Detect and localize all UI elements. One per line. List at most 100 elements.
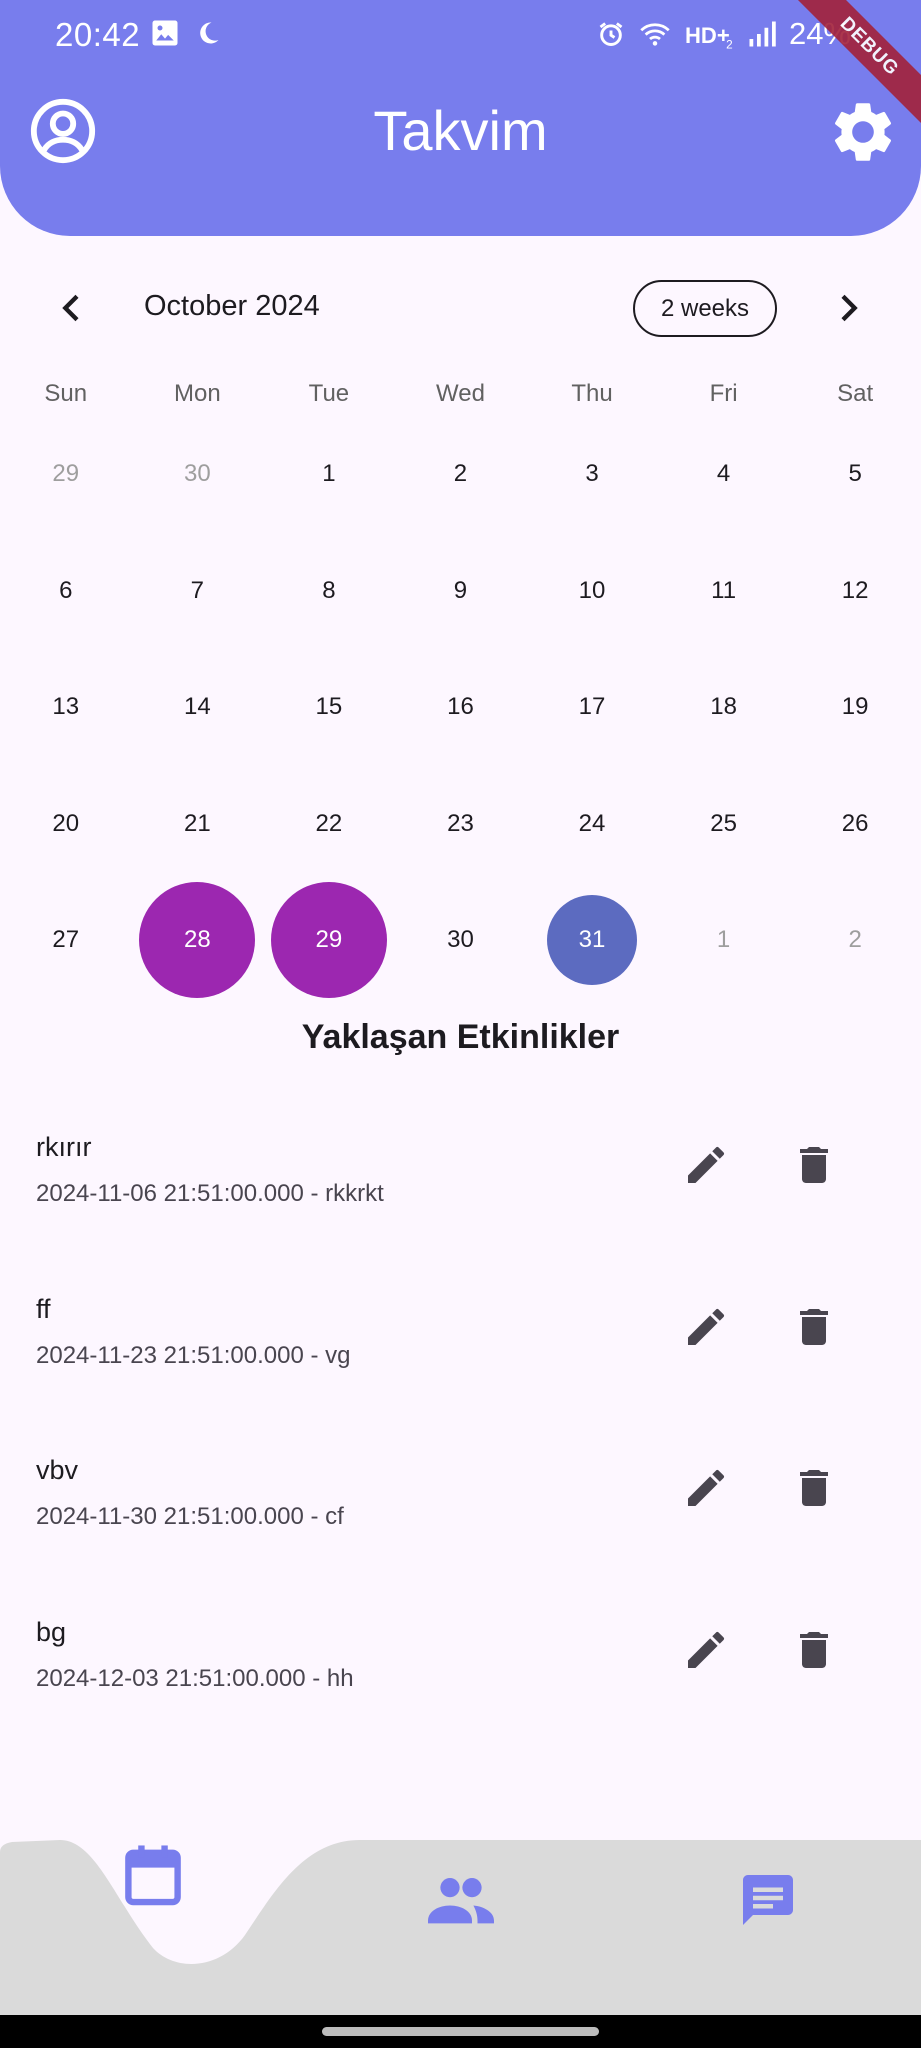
settings-icon <box>834 103 892 161</box>
calendar-day-cell[interactable]: 17 <box>526 649 658 766</box>
calendar-day-cell[interactable]: 18 <box>658 649 790 766</box>
calendar-day-cell[interactable]: 2 <box>789 882 921 999</box>
day-of-week-label: Thu <box>571 380 613 407</box>
edit-event-button[interactable] <box>682 1626 730 1674</box>
calendar-day-cell[interactable]: 7 <box>132 533 264 650</box>
event-list-item[interactable]: rkırır 2024-11-06 21:51:00.000 - rkkrkt <box>0 1098 921 1260</box>
calendar-day-number: 9 <box>453 576 468 604</box>
calendar-day-number: 20 <box>52 809 80 837</box>
calendar-day-number: 30 <box>183 460 211 488</box>
delete-event-button[interactable] <box>790 1464 838 1512</box>
event-list: rkırır 2024-11-06 21:51:00.000 - rkkrkt … <box>0 1098 921 1744</box>
day-of-week-label: Tue <box>308 380 350 407</box>
calendar-day-cell[interactable]: 15 <box>263 649 395 766</box>
calendar-day-cell[interactable]: 19 <box>789 649 921 766</box>
calendar-day-cell[interactable]: 9 <box>395 533 527 650</box>
delete-event-button[interactable] <box>790 1303 838 1351</box>
calendar-day-number: 8 <box>322 576 336 604</box>
calendar-day-number: 2 <box>453 460 468 488</box>
day-of-week-label: Fri <box>709 380 738 407</box>
calendar-day-number: 13 <box>52 693 80 721</box>
calendar-day-cell[interactable]: 29 <box>263 882 395 999</box>
calendar-day-cell[interactable]: 30 <box>132 416 264 533</box>
calendar-day-cell[interactable]: 5 <box>789 416 921 533</box>
event-list-item[interactable]: ff 2024-11-23 21:51:00.000 - vg <box>0 1260 921 1422</box>
calendar-day-cell[interactable]: 31 <box>526 882 658 999</box>
calendar-day-cell[interactable]: 30 <box>395 882 527 999</box>
calendar-day-cell[interactable]: 22 <box>263 766 395 883</box>
calendar-day-number: 29 <box>52 460 80 488</box>
calendar-day-cell[interactable]: 6 <box>0 533 132 650</box>
edit-event-button[interactable] <box>682 1464 730 1512</box>
calendar-day-cell[interactable]: 12 <box>789 533 921 650</box>
calendar-day-cell[interactable]: 3 <box>526 416 658 533</box>
calendar-day-cell[interactable]: 21 <box>132 766 264 883</box>
calendar-day-number: 16 <box>447 693 474 721</box>
calendar-day-number: 29 <box>315 926 343 954</box>
calendar-day-number: 21 <box>183 809 211 837</box>
settings-button[interactable] <box>827 96 899 168</box>
previous-month-button[interactable] <box>52 288 92 328</box>
event-subtitle: 2024-12-03 21:51:00.000 - hh <box>36 1664 354 1692</box>
event-title: vbv <box>36 1455 79 1485</box>
calendar-day-number: 6 <box>59 576 73 604</box>
pencil-icon <box>688 1308 725 1345</box>
calendar-day-cell[interactable]: 1 <box>263 416 395 533</box>
calendar-day-number: 7 <box>190 576 205 604</box>
calendar-day-cell[interactable]: 23 <box>395 766 527 883</box>
delete-event-button[interactable] <box>790 1626 838 1674</box>
trash-icon <box>800 1631 828 1668</box>
nav-chat-tab[interactable] <box>738 1870 798 1930</box>
calendar-day-number: 17 <box>578 693 606 721</box>
home-gesture-handle[interactable] <box>322 2027 599 2036</box>
calendar-day-cell[interactable]: 1 <box>658 882 790 999</box>
event-list-item[interactable]: vbv 2024-11-30 21:51:00.000 - cf <box>0 1421 921 1583</box>
calendar-day-cell[interactable]: 20 <box>0 766 132 883</box>
calendar-day-cell[interactable]: 25 <box>658 766 790 883</box>
calendar-day-cell[interactable]: 11 <box>658 533 790 650</box>
calendar-day-number: 22 <box>315 809 343 837</box>
calendar-day-number: 3 <box>585 460 599 488</box>
pencil-icon <box>688 1146 725 1183</box>
calendar-day-cell[interactable]: 10 <box>526 533 658 650</box>
calendar-day-number: 4 <box>716 460 731 488</box>
calendar-day-number: 31 <box>578 926 606 954</box>
calendar-day-cell[interactable]: 28 <box>132 882 264 999</box>
edit-event-button[interactable] <box>682 1303 730 1351</box>
nav-people-tab[interactable] <box>428 1876 494 1924</box>
month-title: October 2024 <box>144 290 320 322</box>
calendar-day-cell[interactable]: 29 <box>0 416 132 533</box>
calendar-day-number: 1 <box>322 460 336 488</box>
event-list-item[interactable]: bg 2024-12-03 21:51:00.000 - hh <box>0 1583 921 1745</box>
calendar-day-cell[interactable]: 2 <box>395 416 527 533</box>
event-subtitle: 2024-11-23 21:51:00.000 - vg <box>36 1341 351 1369</box>
calendar-day-cell[interactable]: 8 <box>263 533 395 650</box>
day-of-week-label: Sat <box>837 380 874 407</box>
upcoming-events-title: Yaklaşan Etkinlikler <box>301 1018 620 1056</box>
nav-calendar-tab[interactable] <box>123 1843 183 1907</box>
next-month-button[interactable] <box>828 288 868 328</box>
calendar-day-number: 19 <box>841 693 869 721</box>
calendar-day-number: 5 <box>848 460 862 488</box>
calendar-day-cell[interactable]: 14 <box>132 649 264 766</box>
calendar-day-cell[interactable]: 24 <box>526 766 658 883</box>
delete-event-button[interactable] <box>790 1141 838 1189</box>
calendar-day-cell[interactable]: 26 <box>789 766 921 883</box>
calendar-day-cell[interactable]: 16 <box>395 649 527 766</box>
event-title: bg <box>36 1616 67 1647</box>
pencil-icon <box>688 1469 725 1506</box>
calendar-day-cell[interactable]: 4 <box>658 416 790 533</box>
calendar-day-cell[interactable]: 13 <box>0 649 132 766</box>
trash-icon <box>800 1470 828 1506</box>
calendar-format-button[interactable]: 2 weeks <box>633 280 777 337</box>
calendar-day-cell[interactable]: 27 <box>0 882 132 999</box>
calendar-day-number: 12 <box>841 576 869 604</box>
calendar-day-number: 26 <box>841 809 869 837</box>
calendar-week-row: 13 14 15 16 17 18 19 <box>0 649 921 766</box>
calendar-grid: 29 30 1 2 3 4 5 6 7 8 9 10 11 12 13 14 15 16 17 18 19 20 21 22 2… <box>0 416 921 999</box>
calendar-week-row: 27 28 29 30 31 1 2 <box>0 882 921 999</box>
calendar-week-row: 20 21 22 23 24 25 26 <box>0 766 921 883</box>
edit-event-button[interactable] <box>682 1141 730 1189</box>
calendar-week-row: 29 30 1 2 3 4 5 <box>0 416 921 533</box>
people-icon <box>428 1878 494 1924</box>
